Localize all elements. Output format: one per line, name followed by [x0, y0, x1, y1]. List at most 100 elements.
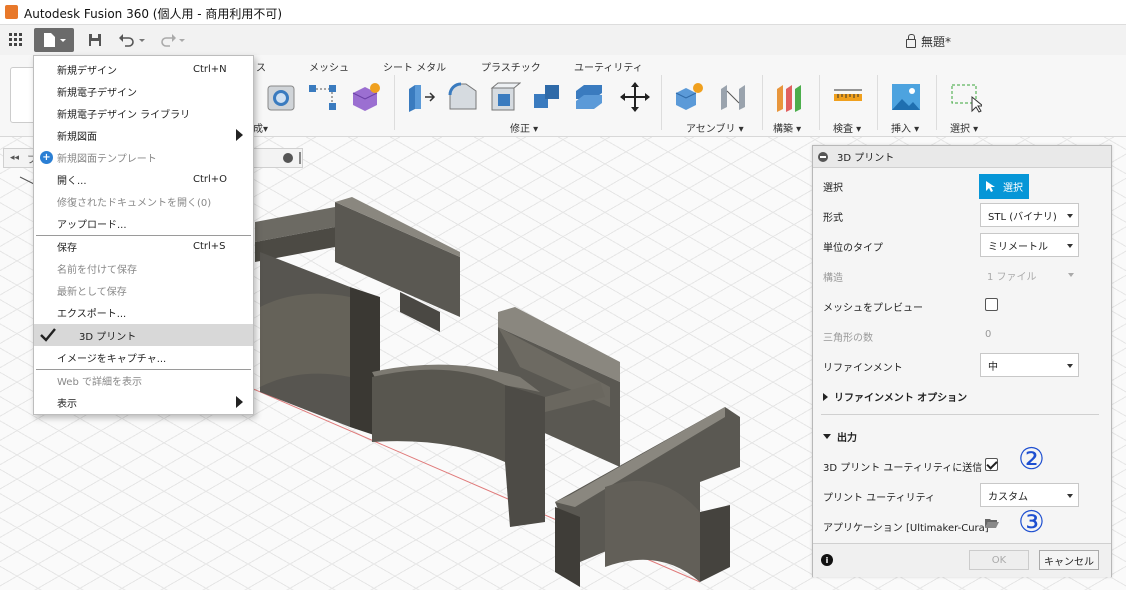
- redo-icon[interactable]: [156, 28, 190, 52]
- print-utility-label: プリント ユーティリティ: [823, 493, 935, 504]
- structure-dropdown[interactable]: 1 ファイル: [980, 263, 1079, 287]
- refinement-label: リファインメント: [823, 363, 903, 374]
- tab-mesh[interactable]: メッシュ: [309, 59, 349, 74]
- document-title: 無題*: [905, 33, 951, 50]
- menu-save-as[interactable]: 名前を付けて保存: [34, 257, 253, 279]
- offset-plane-icon[interactable]: [774, 81, 806, 113]
- print-utility-value: カスタム: [988, 491, 1028, 503]
- dialog-header: 3D プリント: [813, 146, 1111, 168]
- select-group-label[interactable]: 選択 ▾: [950, 120, 978, 135]
- menu-shortcut: Ctrl+S: [193, 240, 226, 252]
- tab-sheet-metal[interactable]: シート メタル: [383, 59, 446, 74]
- refinement-options-section[interactable]: リファインメント オプション: [823, 389, 967, 404]
- tab-utilities[interactable]: ユーティリティ: [574, 59, 643, 74]
- menu-label: 新規図面: [57, 131, 97, 143]
- 3d-print-dialog: 3D プリント 選択 選択 形式 STL (バイナリ) 単位のタイプ ミリメート…: [812, 145, 1112, 577]
- shell-icon[interactable]: [489, 81, 522, 113]
- menu-label: 開く...: [57, 175, 87, 187]
- ribbon-separator: [394, 75, 395, 130]
- file-menu-button[interactable]: [34, 28, 74, 52]
- menu-new-design[interactable]: 新規デザイン Ctrl+N: [34, 58, 253, 80]
- format-dropdown[interactable]: STL (バイナリ): [980, 203, 1079, 227]
- menu-new-drawing[interactable]: 新規図面: [34, 124, 253, 146]
- unit-type-dropdown[interactable]: ミリメートル: [980, 233, 1079, 257]
- cancel-button[interactable]: キャンセル: [1039, 550, 1099, 570]
- refinement-value: 中: [988, 361, 998, 373]
- menu-label: イメージをキャプチャ...: [57, 353, 167, 365]
- cursor-icon: [986, 181, 995, 192]
- fillet-icon[interactable]: [447, 81, 479, 113]
- menu-save[interactable]: 保存 Ctrl+S: [34, 235, 253, 257]
- chevron-down-icon: [1068, 273, 1074, 277]
- browser-minimize-icon[interactable]: [283, 153, 293, 163]
- collapse-left-icon[interactable]: ◂◂: [10, 153, 19, 163]
- format-label: 形式: [823, 213, 843, 224]
- menu-open[interactable]: 開く... Ctrl+O: [34, 168, 253, 190]
- info-icon[interactable]: i: [821, 554, 833, 566]
- ribbon-separator: [661, 75, 662, 130]
- dialog-title: 3D プリント: [837, 153, 895, 164]
- joint-icon[interactable]: [717, 81, 749, 113]
- print-utility-dropdown[interactable]: カスタム: [980, 483, 1079, 507]
- document-title-text: 無題*: [920, 35, 951, 49]
- menu-save-as-latest[interactable]: 最新として保存: [34, 279, 253, 301]
- chevron-down-icon: [1067, 244, 1073, 248]
- format-value: STL (バイナリ): [988, 211, 1057, 223]
- refinement-options-label: リファインメント オプション: [834, 393, 968, 404]
- ribbon-separator: [762, 75, 763, 130]
- menu-new-electronics-design[interactable]: 新規電子デザイン: [34, 80, 253, 102]
- press-pull-icon[interactable]: [405, 81, 437, 113]
- assemble-group-label[interactable]: アセンブリ ▾: [686, 120, 744, 135]
- checkmark-icon: [40, 328, 56, 342]
- browser-pin-icon[interactable]: [299, 152, 301, 164]
- menu-upload[interactable]: アップロード...: [34, 212, 253, 234]
- pattern-icon[interactable]: [307, 81, 339, 113]
- collapse-dialog-icon[interactable]: [818, 152, 828, 162]
- menu-shortcut: Ctrl+O: [193, 173, 228, 185]
- split-body-icon[interactable]: [573, 81, 605, 113]
- insert-image-icon[interactable]: [890, 81, 922, 113]
- undo-icon[interactable]: [116, 28, 150, 52]
- construct-group-label[interactable]: 構築 ▾: [773, 120, 801, 135]
- inspect-group-label[interactable]: 検査 ▾: [833, 120, 861, 135]
- insert-group-label[interactable]: 挿入 ▾: [891, 120, 919, 135]
- menu-capture-image[interactable]: イメージをキャプチャ...: [34, 346, 253, 368]
- tab-solid[interactable]: ス: [256, 59, 266, 74]
- move-copy-icon[interactable]: [619, 81, 651, 113]
- create-form-icon[interactable]: [349, 81, 381, 113]
- measure-icon[interactable]: [832, 81, 864, 113]
- preview-mesh-checkbox[interactable]: [985, 298, 998, 311]
- menu-view-details-web[interactable]: Web で詳細を表示: [34, 369, 253, 391]
- refinement-dropdown[interactable]: 中: [980, 353, 1079, 377]
- window-title: Autodesk Fusion 360 (個人用 - 商用利用不可): [24, 7, 283, 21]
- plus-badge-icon: +: [40, 150, 53, 164]
- folder-open-icon[interactable]: [984, 517, 1000, 529]
- save-icon[interactable]: [84, 28, 106, 52]
- ribbon-separator: [936, 75, 937, 130]
- menu-new-drawing-template[interactable]: + 新規図面テンプレート: [34, 146, 253, 168]
- preview-mesh-label: メッシュをプレビュー: [823, 303, 923, 314]
- structure-label: 構造: [823, 273, 843, 284]
- output-section[interactable]: 出力: [823, 429, 857, 444]
- tab-plastic[interactable]: プラスチック: [481, 59, 541, 74]
- ok-button[interactable]: OK: [969, 550, 1029, 570]
- menu-label: 最新として保存: [57, 286, 127, 298]
- selection-button[interactable]: 選択: [979, 174, 1029, 199]
- menu-view[interactable]: 表示: [34, 391, 253, 413]
- create-group-label[interactable]: 成▾: [253, 120, 268, 135]
- window-select-icon[interactable]: [950, 81, 985, 113]
- file-menu-dropdown: 新規デザイン Ctrl+N 新規電子デザイン 新規電子デザイン ライブラリ 新規図…: [33, 55, 254, 415]
- menu-export[interactable]: エクスポート...: [34, 301, 253, 323]
- menu-3d-print[interactable]: 3D プリント: [34, 324, 253, 346]
- modify-group-label[interactable]: 修正 ▾: [510, 120, 538, 135]
- menu-new-electronics-library[interactable]: 新規電子デザイン ライブラリ: [34, 102, 253, 124]
- combine-icon[interactable]: [531, 81, 563, 113]
- send-to-utility-checkbox[interactable]: [985, 458, 998, 471]
- selection-label: 選択: [823, 183, 843, 194]
- hole-icon[interactable]: [265, 81, 297, 113]
- menu-label: 3D プリント: [79, 331, 137, 343]
- new-component-icon[interactable]: [673, 81, 705, 113]
- data-panel-grid-icon[interactable]: [5, 28, 27, 52]
- menu-open-recovered[interactable]: 修復されたドキュメントを開く(0): [34, 190, 253, 212]
- submenu-arrow-icon: [236, 129, 243, 141]
